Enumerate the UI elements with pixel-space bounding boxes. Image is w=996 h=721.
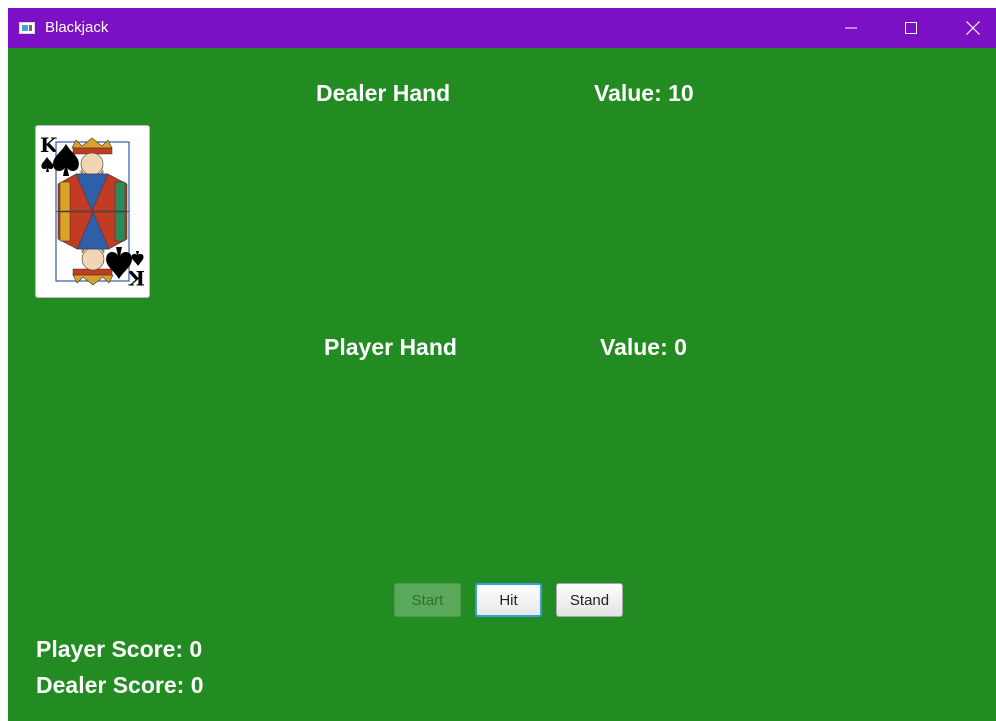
player-hand-title: Player Hand: [324, 334, 457, 360]
close-button[interactable]: [950, 8, 996, 48]
app-window-icon: [19, 22, 35, 34]
minimize-icon: [845, 27, 857, 29]
king-of-spades-card-icon: K K: [40, 133, 145, 290]
dealer-hand-value: Value: 10: [594, 80, 694, 106]
title-bar[interactable]: Blackjack: [8, 8, 996, 48]
dealer-hand-title: Dealer Hand: [316, 80, 451, 106]
player-score: Player Score: 0: [36, 636, 203, 662]
maximize-icon: [905, 22, 917, 34]
svg-text:K: K: [40, 133, 58, 157]
window-title: Blackjack: [45, 19, 109, 36]
player-hand-value: Value: 0: [600, 334, 687, 360]
hit-button[interactable]: Hit: [475, 583, 542, 617]
dealer-card-king-of-spades: K K: [35, 125, 150, 298]
close-icon: [966, 21, 980, 35]
stand-button[interactable]: Stand: [556, 583, 623, 617]
maximize-button[interactable]: [888, 8, 934, 48]
svg-text:K: K: [127, 266, 145, 290]
blackjack-window: Blackjack Dealer Hand Value: 10 K K Play…: [8, 8, 996, 721]
dealer-score: Dealer Score: 0: [36, 672, 204, 698]
minimize-button[interactable]: [828, 8, 874, 48]
start-button[interactable]: Start: [394, 583, 461, 617]
